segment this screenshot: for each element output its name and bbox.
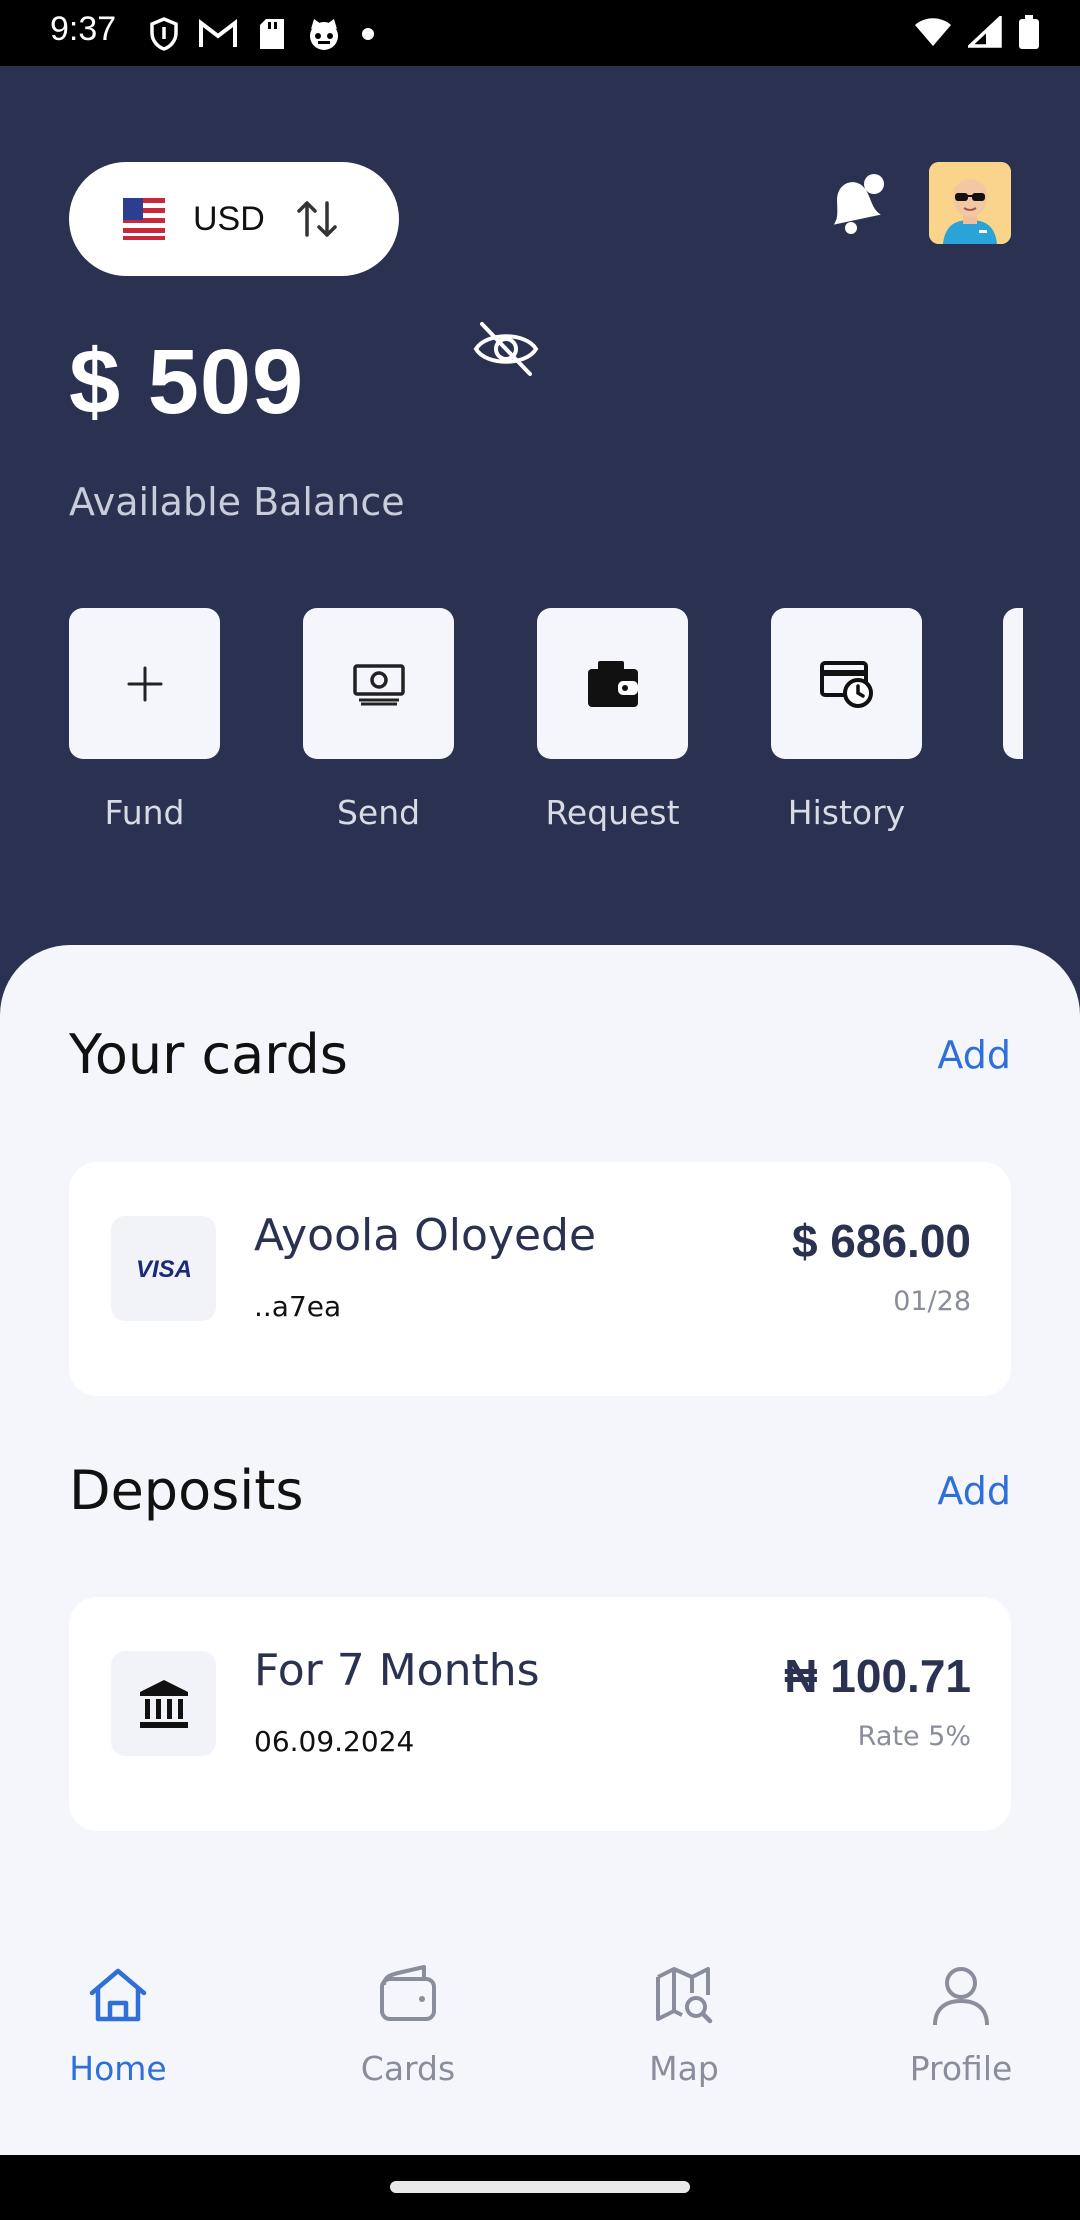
- fund-button[interactable]: [69, 608, 220, 759]
- deposits-section-title: Deposits: [69, 1459, 304, 1522]
- deposit-item[interactable]: For 7 Months 06.09.2024 ₦ 100.71 Rate 5%: [69, 1597, 1011, 1831]
- card-number: ..a7ea: [254, 1290, 342, 1323]
- home-icon: [89, 1968, 147, 2022]
- signal-icon: [968, 16, 1002, 48]
- deposit-rate: Rate 5%: [857, 1721, 971, 1752]
- currency-selector[interactable]: USD: [69, 162, 399, 276]
- history-button[interactable]: [771, 608, 922, 759]
- status-bar: 9:37: [0, 0, 1080, 66]
- bell-icon[interactable]: [818, 168, 890, 240]
- shield-icon: [150, 17, 178, 51]
- home-gesture-handle[interactable]: [390, 2181, 690, 2193]
- send-label: Send: [336, 793, 421, 832]
- gmail-icon: [199, 19, 237, 47]
- dot-icon: [362, 28, 374, 40]
- person-icon: [933, 1967, 989, 2026]
- visa-logo: VISA: [111, 1216, 216, 1321]
- nav-home-label: Home: [69, 2049, 167, 2088]
- cat-face-icon: [310, 19, 338, 50]
- send-button[interactable]: [303, 608, 454, 759]
- deposit-amount: ₦ 100.71: [784, 1650, 971, 1702]
- us-flag-icon: [123, 198, 165, 240]
- status-icons-left: [150, 16, 374, 52]
- nav-profile[interactable]: Profile: [881, 1963, 1041, 2088]
- plus-icon: [127, 666, 162, 701]
- battery-icon: [1019, 15, 1039, 49]
- fund-action[interactable]: Fund: [69, 608, 220, 832]
- more-action-button[interactable]: [1003, 608, 1023, 759]
- cards-section-title: Your cards: [69, 1023, 348, 1086]
- wallet-icon: [587, 660, 638, 707]
- deposit-date: 06.09.2024: [254, 1725, 415, 1758]
- history-action[interactable]: History: [771, 608, 922, 832]
- sd-card-icon: [260, 19, 284, 49]
- add-deposit-link[interactable]: Add: [937, 1469, 1011, 1513]
- nav-map-label: Map: [649, 2049, 719, 2088]
- card-holder-name: Ayoola Oloyede: [254, 1210, 597, 1261]
- wifi-icon: [915, 18, 951, 46]
- card-item[interactable]: VISA Ayoola Oloyede ..a7ea $ 686.00 01/2…: [69, 1162, 1011, 1396]
- nav-profile-label: Profile: [909, 2049, 1013, 2088]
- request-button[interactable]: [537, 608, 688, 759]
- nav-map[interactable]: Map: [604, 1963, 764, 2088]
- card-balance: $ 686.00: [791, 1215, 971, 1267]
- avatar-illustration: [929, 162, 1011, 244]
- quick-actions: Fund Send Request History: [0, 608, 1080, 848]
- deposit-title: For 7 Months: [254, 1645, 540, 1696]
- nav-home[interactable]: Home: [38, 1963, 198, 2088]
- gesture-bar: [0, 2155, 1080, 2220]
- map-search-icon: [656, 1967, 713, 2024]
- nav-cards[interactable]: Cards: [328, 1963, 488, 2088]
- nav-cards-label: Cards: [360, 2049, 456, 2088]
- send-action[interactable]: Send: [303, 608, 454, 832]
- add-card-link[interactable]: Add: [937, 1033, 1011, 1077]
- card-clock-icon: [819, 660, 873, 708]
- eye-off-icon[interactable]: [472, 320, 540, 378]
- currency-label: USD: [193, 199, 265, 238]
- history-label: History: [787, 793, 906, 832]
- card-expiry: 01/28: [893, 1286, 971, 1317]
- fund-label: Fund: [104, 793, 185, 832]
- status-icons-right: [914, 14, 1040, 50]
- balance-amount: $ 509: [69, 331, 305, 433]
- balance-label: Available Balance: [69, 480, 405, 524]
- bank-icon: [139, 1679, 188, 1728]
- request-label: Request: [545, 793, 680, 832]
- wallet-icon: [380, 1965, 436, 2021]
- visa-icon: VISA: [135, 1256, 191, 1283]
- swap-vertical-icon: [297, 201, 337, 237]
- visa-wordmark: VISA: [135, 1256, 191, 1283]
- cash-icon: [352, 663, 405, 705]
- bank-icon-box: [111, 1651, 216, 1756]
- request-action[interactable]: Request: [537, 608, 688, 832]
- avatar[interactable]: [929, 162, 1011, 244]
- status-time: 9:37: [50, 10, 117, 48]
- bottom-nav: Home Cards Map Profile: [0, 1925, 1080, 2155]
